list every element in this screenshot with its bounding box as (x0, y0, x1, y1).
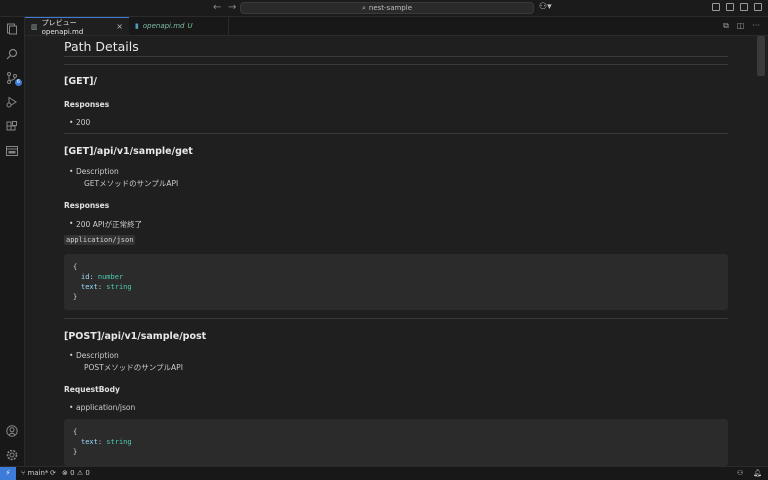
tab-label: openapi.md (142, 22, 185, 30)
responses-label: Responses (64, 100, 110, 109)
source-control-icon[interactable]: 6 (6, 72, 22, 86)
untracked-badge: U (187, 22, 193, 30)
customize-layout-icon[interactable] (754, 3, 762, 11)
sync-icon[interactable]: ⟳ (50, 469, 56, 477)
title-bar: ← → ⌕ nest-sample ⚇▾ (0, 0, 768, 17)
extensions-icon[interactable] (6, 121, 18, 133)
command-center-search[interactable]: ⌕ nest-sample (240, 2, 534, 14)
section-heading: [GET]/ (64, 76, 97, 87)
layout-controls (712, 3, 762, 11)
responses-label: Responses (64, 201, 110, 210)
notifications-bell-icon[interactable]: 🔔︎ (753, 469, 762, 477)
editor-tab-bar: ▥ プレビュー openapi.md × ▮ openapi.md U ⧉ ◫ … (25, 17, 768, 36)
divider (64, 64, 728, 65)
copilot-icon[interactable]: ⚇▾ (539, 2, 552, 12)
error-icon: ⊗ (62, 469, 68, 477)
git-branch-icon: ⑂ (21, 469, 26, 477)
markdown-file-icon: ▮ (135, 22, 139, 30)
page-title: Path Details (64, 39, 139, 54)
split-editor-icon[interactable]: ◫ (737, 21, 745, 31)
warning-icon: ⚠ (76, 469, 84, 477)
remote-indicator-icon[interactable]: ⚡ (0, 467, 16, 480)
status-bar: ⚡ ⑂ main* ⟳ ⊗ 0 ⚠ 0 ⚇ 🔔︎ (0, 466, 768, 480)
settings-gear-icon[interactable] (6, 449, 18, 461)
vertical-scrollbar[interactable] (757, 36, 765, 76)
run-debug-icon[interactable] (6, 96, 18, 108)
remote-explorer-icon[interactable] (6, 145, 18, 157)
toggle-panel-left-icon[interactable] (712, 3, 720, 11)
list-item: 200 (69, 118, 90, 127)
more-actions-icon[interactable]: ··· (752, 21, 760, 31)
request-body-label: RequestBody (64, 385, 120, 394)
forward-arrow-icon[interactable]: → (228, 2, 236, 13)
description-text: GETメソッドのサンプルAPI (84, 179, 179, 188)
code-block: { text: string } (64, 419, 728, 466)
tab-preview-openapi[interactable]: ▥ プレビュー openapi.md × (25, 17, 129, 36)
list-item: application/json (69, 403, 135, 412)
section-heading: [POST]/api/v1/sample/post (64, 331, 207, 342)
toggle-panel-icon[interactable] (740, 3, 748, 11)
content-type-code: application/json (64, 235, 136, 245)
changes-badge: 6 (15, 79, 22, 86)
back-arrow-icon[interactable]: ← (213, 2, 221, 13)
toggle-sidebar-icon[interactable] (726, 3, 734, 11)
code-line: id: number (81, 273, 124, 281)
code-line: text: string (81, 438, 132, 446)
markdown-preview: Path Details [GET]/ Responses 200 [GET]/… (64, 36, 728, 466)
divider (64, 56, 728, 57)
close-icon[interactable]: × (116, 22, 123, 31)
list-item: 200 APIが正常終了 (69, 219, 142, 230)
preview-icon: ▥ (31, 22, 38, 31)
open-source-icon[interactable]: ⧉ (723, 21, 729, 31)
divider (64, 318, 728, 319)
section-heading: [GET]/api/v1/sample/get (64, 146, 193, 157)
list-item: Description (69, 351, 119, 360)
code-line: text: string (81, 283, 132, 291)
explorer-icon[interactable] (6, 23, 18, 35)
branch-indicator[interactable]: ⑂ main* (21, 469, 48, 477)
description-text: POSTメソッドのサンプルAPI (84, 363, 183, 372)
editor-actions: ⧉ ◫ ··· (723, 21, 760, 31)
divider (64, 133, 728, 134)
code-block: { id: number text: string } (64, 254, 728, 310)
tab-label: プレビュー openapi.md (41, 18, 84, 36)
search-label: nest-sample (368, 4, 413, 12)
tab-openapi-md[interactable]: ▮ openapi.md U (129, 17, 229, 35)
search-icon[interactable] (6, 48, 18, 60)
copilot-status-icon[interactable]: ⚇ (737, 469, 743, 477)
list-item: Description (69, 167, 119, 176)
problems-indicator[interactable]: ⊗ 0 ⚠ 0 (62, 469, 90, 477)
search-icon: ⌕ (361, 3, 366, 12)
account-icon[interactable] (6, 425, 18, 437)
activity-bar: 6 (0, 17, 25, 466)
